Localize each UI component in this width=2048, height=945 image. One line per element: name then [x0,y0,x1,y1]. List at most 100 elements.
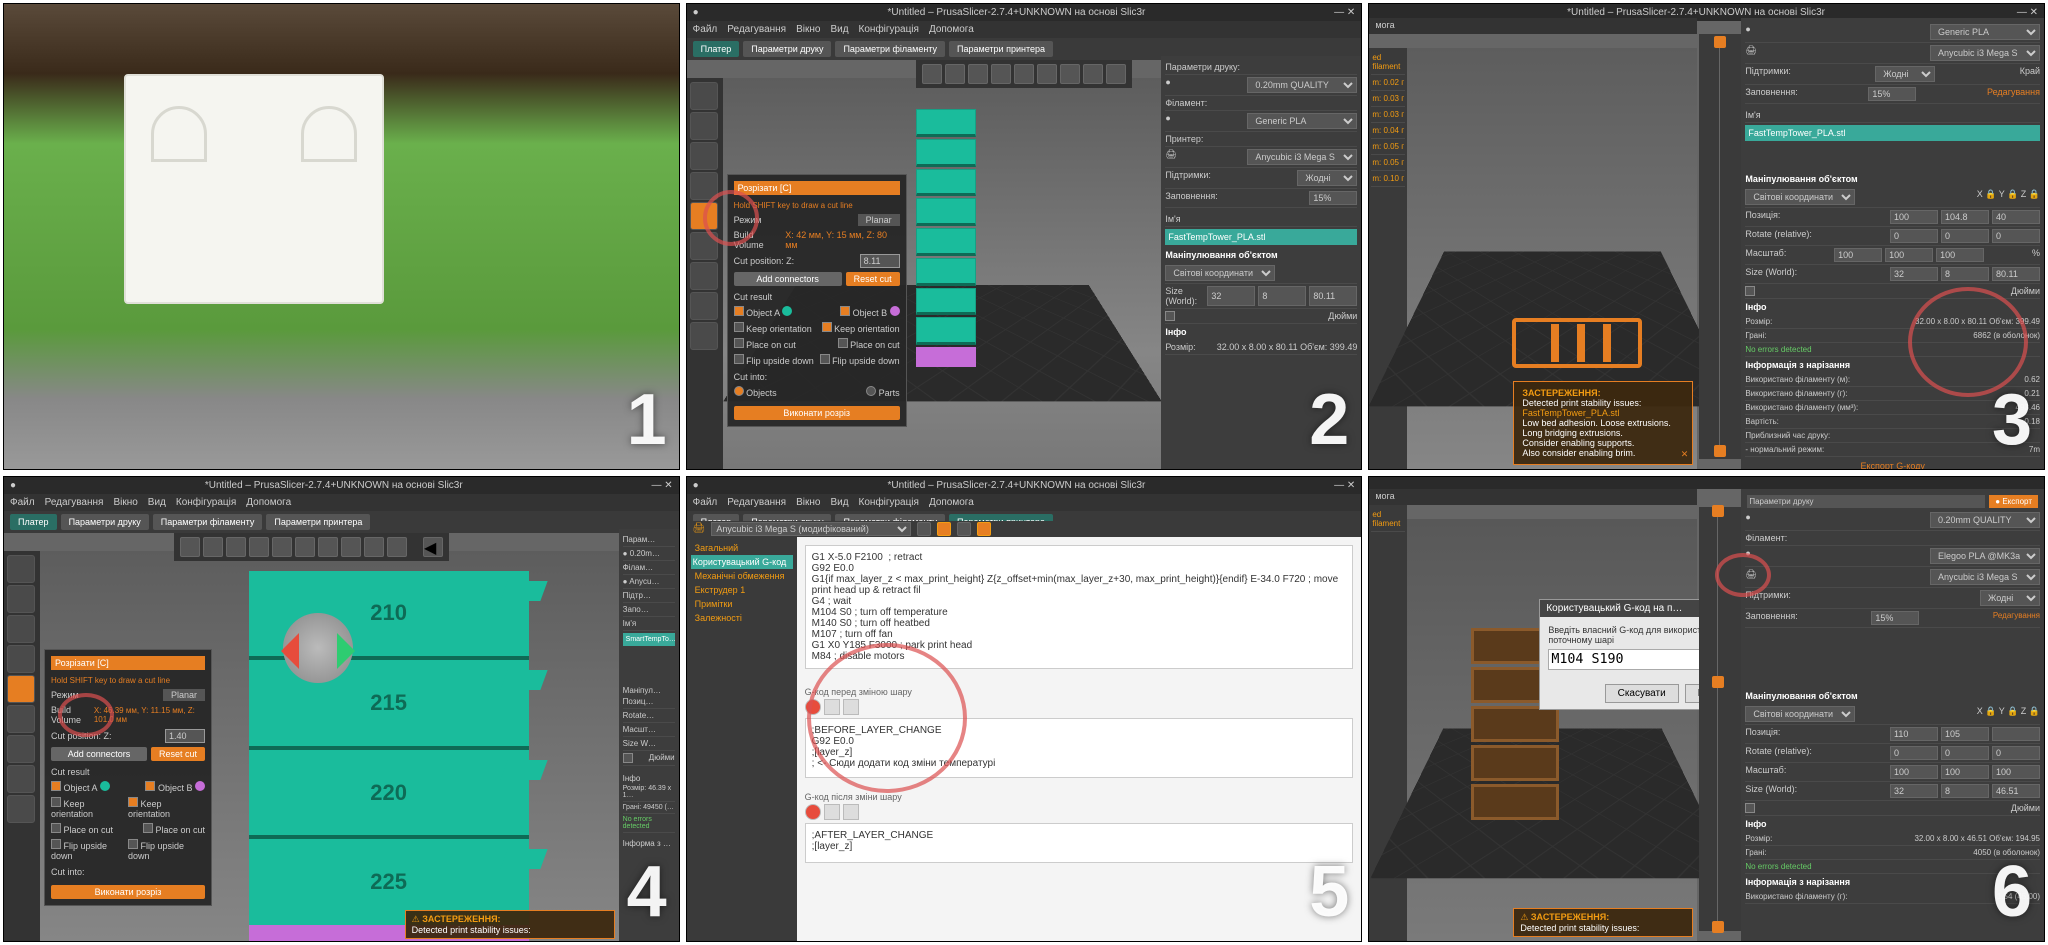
perform-cut-button[interactable]: Виконати розріз [51,885,205,899]
slider-handle-bottom[interactable] [1714,445,1726,457]
menu-edit[interactable]: Редагування [45,497,104,508]
model-sliced[interactable] [1512,318,1642,368]
scale-z[interactable] [1936,248,1984,262]
rot-x[interactable] [1890,229,1938,243]
scale-icon[interactable] [690,142,718,170]
scale-y[interactable] [1941,765,1989,779]
filament-select[interactable]: Generic PLA [1247,113,1357,129]
layer-slider[interactable] [1699,507,1741,932]
split-icon[interactable] [295,537,315,557]
menu-help[interactable]: Допомога [929,24,974,35]
reset-cut-button[interactable]: Reset cut [846,272,900,286]
paste-icon[interactable] [1014,64,1034,84]
supports-select[interactable]: Жодні [1980,590,2040,606]
mode-select[interactable]: Planar [858,214,900,226]
tree-machine[interactable]: Механічні обмеження [691,569,793,583]
add-connectors-button[interactable]: Add connectors [51,747,147,761]
tab-plater[interactable]: Платер [10,514,57,530]
lock-icon[interactable] [824,804,840,820]
menu-file[interactable]: Файл [693,497,718,508]
infill-input[interactable] [1868,87,1916,101]
close-icon[interactable]: ✕ [1681,449,1689,460]
print-preset-select[interactable]: 0.20mm QUALITY [1247,77,1357,93]
add-icon[interactable] [922,64,942,84]
mode-select[interactable]: Planar [163,689,205,701]
undo-icon[interactable] [341,537,361,557]
delete-icon[interactable] [945,64,965,84]
mesh-icon[interactable] [690,232,718,260]
cancel-button[interactable]: Скасувати [1605,684,1679,703]
reset-dot-icon[interactable] [805,699,821,715]
move-icon[interactable] [7,555,35,583]
tree-deps[interactable]: Залежності [691,611,793,625]
slider-handle-mid[interactable] [1712,676,1724,688]
del-icon[interactable] [203,537,223,557]
end-gcode-textarea[interactable]: G1 X-5.0 F2100 ; retract G92 E0.0 G1{if … [805,545,1354,669]
rot-y[interactable] [1941,746,1989,760]
seam-icon[interactable] [690,322,718,350]
printer-select[interactable]: Anycubic i3 Mega S [1247,149,1357,165]
scale-y[interactable] [1885,248,1933,262]
slider-handle-top[interactable] [1714,36,1726,48]
scale-z[interactable] [1992,765,2040,779]
reset-icon[interactable] [937,522,951,536]
seam-icon[interactable] [7,795,35,823]
coord-select[interactable]: Світові координати [1745,706,1855,722]
perform-cut-button[interactable]: Виконати розріз [734,406,900,420]
tree-custom-gcode[interactable]: Користувацький G-код [691,555,793,569]
menu-window[interactable]: Вікно [796,497,820,508]
arrange-icon[interactable] [968,64,988,84]
tree-notes[interactable]: Примітки [691,597,793,611]
inches-checkbox[interactable]: Дюйми [2011,286,2040,296]
menubar[interactable]: ФайлРедагуванняВікноВидКонфігураціяДопом… [687,494,1362,511]
save-icon[interactable] [917,522,931,536]
pos-x[interactable] [1890,727,1938,741]
pos-x[interactable] [1890,210,1938,224]
paste-icon[interactable] [272,537,292,557]
tab-printer[interactable]: Параметри принтера [266,514,370,530]
menu-config[interactable]: Конфігурація [859,24,919,35]
menu-window[interactable]: Вікно [113,497,137,508]
menu-config[interactable]: Конфігурація [176,497,236,508]
radio-parts[interactable]: Parts [879,388,900,398]
keepA-checkbox[interactable]: Keep orientation [746,324,812,334]
tab-print[interactable]: Параметри друку [743,41,831,57]
placeB-checkbox[interactable]: Place on cut [850,340,900,350]
redo-icon[interactable] [364,537,384,557]
menu-view[interactable]: Вид [830,24,848,35]
copy-icon[interactable] [991,64,1011,84]
arrange-icon[interactable] [226,537,246,557]
scale-icon[interactable] [7,615,35,643]
rotate-icon[interactable] [7,585,35,613]
menu-window[interactable]: Вікно [796,24,820,35]
filament-select[interactable]: Generic PLA [1930,24,2040,40]
menubar[interactable]: ФайлРедагуванняВікноВидКонфігураціяДопом… [4,494,679,511]
placeB-check[interactable]: Place on cut [155,825,205,835]
var-icon[interactable] [387,537,407,557]
collapse-icon[interactable]: ◀ [423,537,443,557]
menu-edit[interactable]: Редагування [727,24,786,35]
undo-icon[interactable] [843,699,859,715]
tab-printer[interactable]: Параметри принтера [949,41,1053,57]
infill-input[interactable] [1871,611,1919,625]
menu-help[interactable]: Допомога [929,497,974,508]
size-z[interactable] [1992,267,2040,281]
export-button[interactable]: ● Експорт [1989,495,2038,508]
menu-view[interactable]: Вид [830,497,848,508]
cut-z-input[interactable] [165,729,205,743]
filament-select[interactable]: Elegoo PLA @MK3a (копія) Roj [1930,548,2040,564]
object-list-item[interactable]: FastTempTower_PLA.stl [1165,229,1357,245]
size-y[interactable] [1941,784,1989,798]
menubar[interactable]: Файл Редагування Вікно Вид Конфігурація … [687,21,1362,38]
size-z[interactable] [1992,784,2040,798]
printer-select[interactable]: Anycubic i3 Mega S (модиф) [1930,569,2040,585]
pos-z[interactable] [1992,727,2040,741]
radio-objects[interactable]: Objects [746,388,777,398]
size-x[interactable] [1890,267,1938,281]
hollow-icon[interactable] [690,262,718,290]
pos-y[interactable] [1941,727,1989,741]
copy-icon[interactable] [249,537,269,557]
cut-icon[interactable] [7,675,35,703]
pos-y[interactable] [1941,210,1989,224]
slider-handle-top[interactable] [1712,505,1724,517]
